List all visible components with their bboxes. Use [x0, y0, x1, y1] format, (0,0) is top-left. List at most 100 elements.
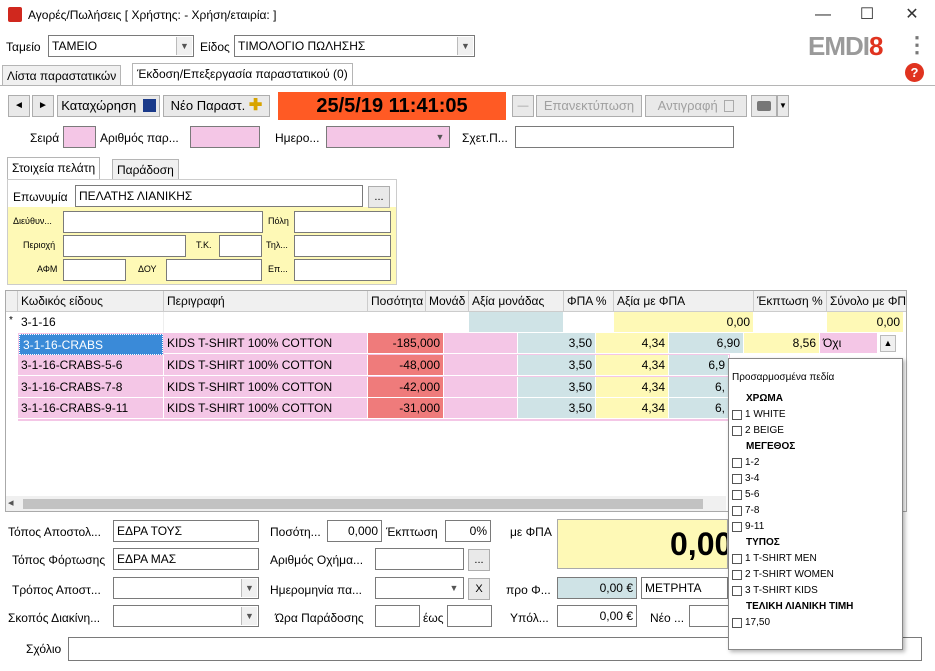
minus-button[interactable]: — [512, 95, 534, 117]
popup-item[interactable]: 2 BEIGE [732, 423, 900, 439]
seira-field[interactable] [63, 126, 96, 148]
grid-header-unit-value[interactable]: Αξία μονάδας [469, 291, 564, 312]
table-row-discount[interactable]: 8,56 [744, 333, 820, 354]
tk-field[interactable] [219, 235, 262, 257]
phone-field[interactable] [294, 235, 391, 257]
table-row-code[interactable]: 3-1-16-CRABS-5-6 [18, 355, 164, 376]
table-row-value-vat[interactable]: 6,9 [669, 355, 729, 376]
grid-header-unit[interactable]: Μονάδ [426, 291, 469, 312]
minimize-button[interactable]: — [808, 4, 838, 26]
table-row-unit[interactable] [444, 333, 518, 354]
popup-item[interactable]: 1-2 [732, 455, 900, 471]
eponymia-field[interactable]: ΠΕΛΑΤΗΣ ΛΙΑΝΙΚΗΣ [75, 185, 363, 207]
grid-header-discount[interactable]: Έκπτωση % [754, 291, 827, 312]
address-field[interactable] [63, 211, 263, 233]
grid-header-code[interactable]: Κωδικός είδους [18, 291, 164, 312]
popup-item[interactable]: 3-4 [732, 471, 900, 487]
popup-item[interactable]: 5-6 [732, 487, 900, 503]
checkbox[interactable] [732, 618, 742, 628]
afm-field[interactable] [63, 259, 126, 281]
tab-delivery[interactable]: Παράδοση [112, 159, 179, 179]
grid-header-total[interactable]: Σύνολο με ΦΠΑ [827, 291, 906, 312]
doy-field[interactable] [166, 259, 262, 281]
grid-horizontal-scrollbar[interactable]: ◂ [6, 496, 726, 511]
prev-button[interactable]: ◄ [8, 95, 30, 117]
ep-field[interactable] [294, 259, 391, 281]
table-row-code[interactable]: 3-1-16-CRABS [19, 334, 163, 355]
oxima-field[interactable] [375, 548, 464, 570]
help-icon[interactable]: ? [905, 63, 924, 82]
posotita-field[interactable]: 0,000 [327, 520, 382, 542]
oxima-browse-button[interactable]: ... [468, 549, 490, 571]
sxet-field[interactable] [515, 126, 734, 148]
checkbox[interactable] [732, 586, 742, 596]
table-row-qty[interactable]: -42,000 [368, 377, 444, 398]
eponymia-browse-button[interactable]: ... [368, 186, 390, 208]
checkbox[interactable] [732, 522, 742, 532]
checkbox[interactable] [732, 410, 742, 420]
neo-field[interactable] [689, 605, 729, 627]
table-row-value-vat[interactable]: 6, [669, 398, 729, 419]
checkbox[interactable] [732, 490, 742, 500]
table-row-code[interactable]: 3-1-16-CRABS-9-11 [18, 398, 164, 419]
new-document-button[interactable]: Νέο Παραστ. ✚ [163, 95, 270, 117]
hmero-select[interactable]: ▼ [326, 126, 450, 148]
tameio-select[interactable]: ΤΑΜΕΙΟ ▼ [48, 35, 194, 57]
grid-header-value-vat[interactable]: Αξία με ΦΠΑ [614, 291, 754, 312]
scroll-thumb[interactable] [23, 499, 703, 509]
ora-from-field[interactable] [375, 605, 420, 627]
table-row-vat[interactable]: 3,50 [518, 333, 596, 354]
table-row-desc[interactable]: KIDS T-SHIRT 100% COTTON [164, 377, 368, 398]
tab-document-edit[interactable]: Έκδοση/Επεξεργασία παραστατικού (0) [132, 63, 353, 85]
popup-item[interactable]: 7-8 [732, 503, 900, 519]
popup-item[interactable]: 3 T-SHIRT KIDS [732, 583, 900, 599]
popup-item[interactable]: 1 T-SHIRT MEN [732, 551, 900, 567]
table-row-desc[interactable]: KIDS T-SHIRT 100% COTTON [164, 355, 368, 376]
arithmos-field[interactable] [190, 126, 260, 148]
table-row-desc[interactable]: KIDS T-SHIRT 100% COTTON [164, 398, 368, 419]
tropos-select[interactable]: ▼ [113, 577, 259, 599]
close-button[interactable]: ✕ [897, 4, 927, 26]
reprint-button[interactable]: Επανεκτύπωση [536, 95, 642, 117]
table-row-unit[interactable] [444, 398, 518, 419]
register-button[interactable]: Καταχώρηση [57, 95, 160, 117]
table-row-unit-value[interactable]: 4,34 [596, 398, 669, 419]
grid-header-qty[interactable]: Ποσότητα [368, 291, 426, 312]
maximize-button[interactable]: ☐ [852, 4, 882, 26]
eidos-select[interactable]: ΤΙΜΟΛΟΓΙΟ ΠΩΛΗΣΗΣ ▼ [234, 35, 475, 57]
custom-fields-popup[interactable]: Προσαρμοσμένα πεδία ΧΡΩΜΑ 1 WHITE 2 BEIG… [728, 358, 903, 650]
skopos-select[interactable]: ▼ [113, 605, 259, 627]
checkbox[interactable] [732, 458, 742, 468]
table-row-qty[interactable]: -48,000 [368, 355, 444, 376]
tab-customer[interactable]: Στοιχεία πελάτη [7, 157, 101, 179]
checkbox[interactable] [732, 426, 742, 436]
checkbox[interactable] [732, 474, 742, 484]
copy-button[interactable]: Αντιγραφή [645, 95, 747, 117]
city-field[interactable] [294, 211, 391, 233]
imerominia-select[interactable]: ▼ [375, 577, 464, 599]
new-row-code[interactable]: 3-1-16 [18, 312, 164, 333]
table-row-unit[interactable] [444, 377, 518, 398]
popup-item[interactable]: 9-11 [732, 519, 900, 535]
grid-header-vat[interactable]: ΦΠΑ % [564, 291, 614, 312]
popup-item[interactable]: 17,50 [732, 615, 900, 631]
table-row-code[interactable]: 3-1-16-CRABS-7-8 [18, 377, 164, 398]
checkbox[interactable] [732, 506, 742, 516]
table-row-unit-value[interactable]: 4,34 [596, 377, 669, 398]
grid-header-desc[interactable]: Περιγραφή [164, 291, 368, 312]
topos-fortosis-field[interactable]: ΕΔΡΑ ΜΑΣ [113, 548, 259, 570]
tab-document-list[interactable]: Λίστα παραστατικών [2, 65, 122, 85]
table-row-vat[interactable]: 3,50 [518, 398, 596, 419]
popup-item[interactable]: 2 T-SHIRT WOMEN [732, 567, 900, 583]
table-row-qty[interactable]: -31,000 [368, 398, 444, 419]
table-row-total[interactable]: Όχι [820, 333, 878, 354]
print-dropdown-button[interactable]: ▼ [777, 95, 789, 117]
table-row-value-vat[interactable]: 6,90 [669, 333, 744, 354]
checkbox[interactable] [732, 570, 742, 580]
table-row-unit[interactable] [444, 355, 518, 376]
menu-kebab-icon[interactable]: ⋮ [906, 32, 928, 58]
payment-method-field[interactable]: ΜΕΤΡΗΤΑ [641, 577, 728, 599]
popup-item[interactable]: 1 WHITE [732, 407, 900, 423]
table-row-vat[interactable]: 3,50 [518, 355, 596, 376]
table-row-qty[interactable]: -185,000 [368, 333, 444, 354]
